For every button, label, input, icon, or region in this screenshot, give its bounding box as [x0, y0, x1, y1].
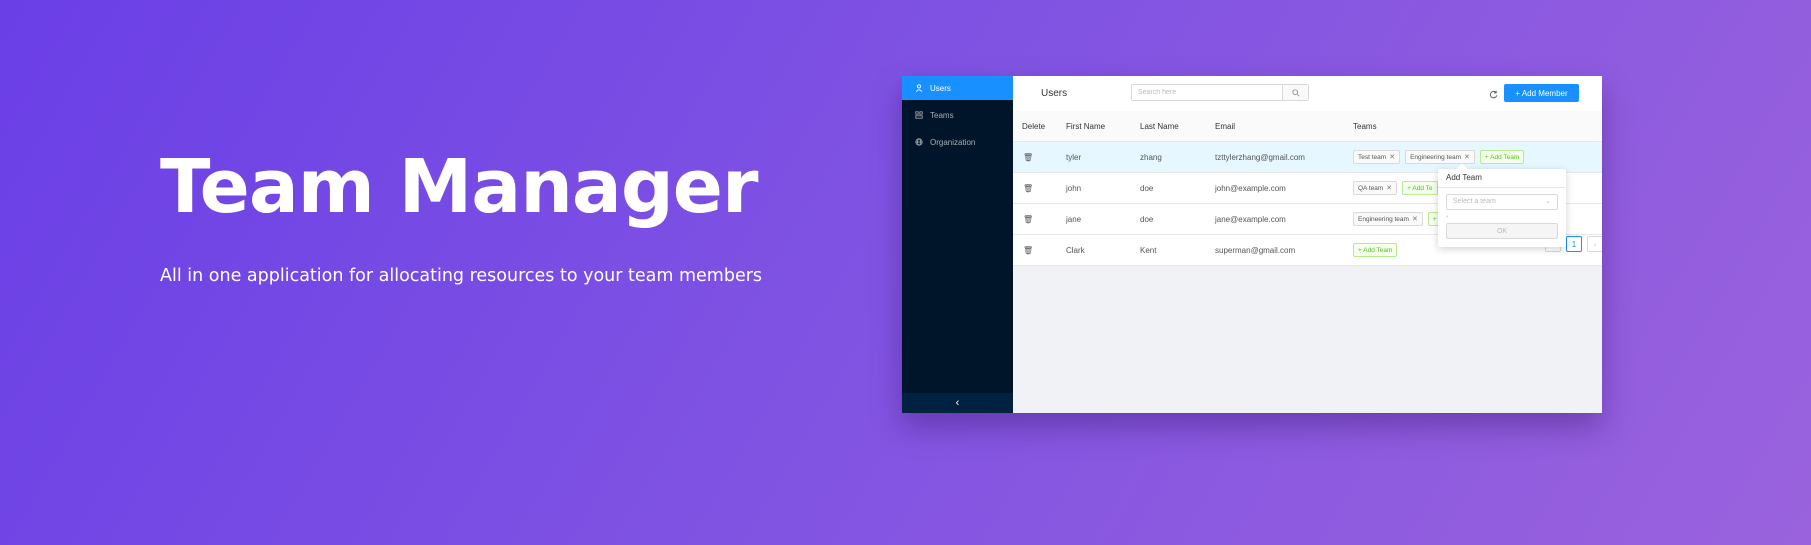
- search-button[interactable]: [1282, 85, 1308, 100]
- sidebar-collapse-button[interactable]: ‹: [902, 393, 1013, 413]
- last-name-cell: Kent: [1140, 245, 1157, 255]
- sidebar-item-label: Organization: [930, 137, 976, 147]
- column-header[interactable]: First Name: [1066, 111, 1105, 141]
- main-content: Users + Add Member Delete First Name Las…: [1013, 76, 1602, 413]
- ok-button[interactable]: OK: [1446, 223, 1558, 239]
- refresh-button[interactable]: [1486, 87, 1500, 101]
- team-tag-label: Engineering team: [1410, 153, 1462, 161]
- sidebar: Users Teams Organization ‹: [902, 76, 1013, 413]
- sidebar-item-label: Users: [930, 83, 951, 93]
- column-header[interactable]: Email: [1215, 111, 1235, 141]
- refresh-icon: [1489, 90, 1497, 98]
- trash-icon[interactable]: 🗑: [1023, 173, 1033, 203]
- header: Users + Add Member: [1013, 76, 1602, 111]
- validation-dot: ·: [1446, 213, 1449, 220]
- column-header[interactable]: Delete: [1022, 111, 1045, 141]
- chevron-left-icon: ‹: [955, 397, 960, 409]
- add-team-tag[interactable]: + Add Team: [1353, 243, 1398, 257]
- email-cell: tzttylerzhang@gmail.com: [1215, 152, 1305, 162]
- app-screenshot: Users Teams Organization ‹ Users Search …: [902, 76, 1602, 413]
- team-tag: Engineering team ✕: [1353, 212, 1423, 226]
- trash-icon[interactable]: 🗑: [1023, 142, 1033, 172]
- last-name-cell: zhang: [1140, 152, 1162, 162]
- teams-cell: QA team ✕ + Add Te: [1353, 173, 1443, 203]
- team-select[interactable]: Select a team ⌄: [1446, 194, 1558, 210]
- column-header[interactable]: Teams: [1353, 111, 1377, 141]
- close-icon[interactable]: ✕: [1386, 184, 1392, 192]
- team-tag-label: Test team: [1358, 153, 1387, 161]
- teams-cell: + Add Team: [1353, 235, 1402, 265]
- hero-title: Team Manager: [160, 144, 758, 230]
- popover-title: Add Team: [1438, 169, 1566, 188]
- first-name-cell: Clark: [1066, 245, 1085, 255]
- add-team-popover: Add Team Select a team ⌄ · OK: [1438, 169, 1566, 247]
- email-cell: john@example.com: [1215, 183, 1286, 193]
- first-name-cell: tyler: [1066, 152, 1082, 162]
- team-tag: Test team ✕: [1353, 150, 1401, 164]
- team-tag-label: Engineering team: [1358, 215, 1409, 223]
- team-tag: Engineering team ✕: [1405, 150, 1475, 164]
- pagination-next[interactable]: ›: [1587, 236, 1602, 252]
- column-header[interactable]: Last Name: [1140, 111, 1179, 141]
- pagination-page[interactable]: 1: [1566, 236, 1582, 252]
- sidebar-item-organization[interactable]: Organization: [902, 130, 1013, 154]
- close-icon[interactable]: ✕: [1412, 215, 1418, 223]
- page-title: Users: [1041, 88, 1068, 99]
- trash-icon[interactable]: 🗑: [1023, 235, 1033, 265]
- add-team-tag[interactable]: + Add Te: [1402, 181, 1438, 195]
- globe-icon: [914, 137, 924, 147]
- search-box: [1131, 84, 1309, 101]
- first-name-cell: jane: [1066, 214, 1082, 224]
- team-tag-label: QA team: [1358, 184, 1384, 192]
- last-name-cell: doe: [1140, 183, 1154, 193]
- add-team-tag[interactable]: + Add Team: [1479, 150, 1525, 164]
- sidebar-item-users[interactable]: Users: [902, 76, 1013, 100]
- first-name-cell: john: [1066, 183, 1082, 193]
- chevron-down-icon: ⌄: [1545, 198, 1551, 205]
- search-input[interactable]: [1132, 85, 1294, 100]
- close-icon[interactable]: ✕: [1464, 153, 1470, 161]
- table-header: Delete First Name Last Name Email Teams: [1013, 111, 1602, 142]
- close-icon[interactable]: ✕: [1389, 153, 1395, 161]
- sidebar-item-label: Teams: [930, 110, 954, 120]
- email-cell: jane@example.com: [1215, 214, 1286, 224]
- teams-cell: Engineering team ✕ +: [1353, 204, 1447, 234]
- trash-icon[interactable]: 🗑: [1023, 204, 1033, 234]
- teams-cell: Test team ✕ Engineering team ✕ + Add Team: [1353, 142, 1529, 172]
- team-tag: QA team ✕: [1353, 181, 1398, 195]
- email-cell: superman@gmail.com: [1215, 245, 1296, 255]
- team-select-placeholder: Select a team: [1453, 198, 1496, 205]
- sidebar-item-teams[interactable]: Teams: [902, 103, 1013, 127]
- last-name-cell: doe: [1140, 214, 1154, 224]
- team-icon: [914, 110, 924, 120]
- hero-subtitle: All in one application for allocating re…: [160, 266, 763, 286]
- search-icon: [1291, 88, 1300, 97]
- user-icon: [914, 83, 924, 93]
- add-member-button[interactable]: + Add Member: [1504, 84, 1579, 102]
